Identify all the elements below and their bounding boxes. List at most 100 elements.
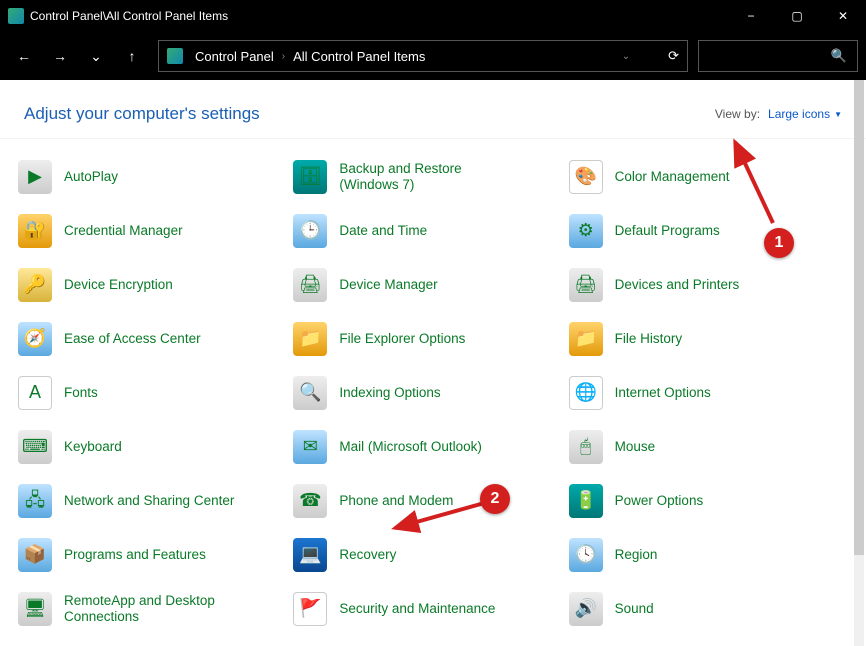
item-icon: ✉ [293, 430, 327, 464]
forward-button[interactable]: → [44, 40, 76, 72]
item-label: Device Manager [339, 277, 437, 293]
breadcrumb-1[interactable]: All Control Panel Items [293, 49, 425, 64]
item-label: RemoteApp and Desktop Connections [64, 593, 244, 625]
control-panel-item[interactable]: 🖥 RemoteApp and Desktop Connections [18, 591, 285, 627]
item-label: Indexing Options [339, 385, 440, 401]
item-icon: 🔐 [18, 214, 52, 248]
item-icon: ▶ [18, 160, 52, 194]
item-icon: 📦 [18, 538, 52, 572]
control-panel-item[interactable]: 🔊Sound [569, 591, 836, 627]
item-label: Date and Time [339, 223, 427, 239]
control-panel-item[interactable]: 🖨 Devices and Printers [569, 267, 836, 303]
item-label: Devices and Printers [615, 277, 740, 293]
back-button[interactable]: ← [8, 40, 40, 72]
scrollbar-thumb[interactable] [854, 80, 864, 555]
control-panel-item[interactable]: 🔍 Indexing Options [293, 375, 560, 411]
control-panel-item[interactable]: 🕒 Date and Time [293, 213, 560, 249]
item-label: Sound [615, 601, 654, 617]
item-label: Recovery [339, 547, 396, 563]
item-icon: 🔋 [569, 484, 603, 518]
maximize-button[interactable]: ▢ [774, 0, 820, 32]
annotation-arrow-1 [715, 128, 795, 238]
item-label: Credential Manager [64, 223, 183, 239]
search-icon: 🔍 [831, 48, 847, 64]
control-panel-item[interactable]: 💻 Recovery [293, 537, 560, 573]
item-icon: 🧭 [18, 322, 52, 356]
item-label: Default Programs [615, 223, 720, 239]
close-button[interactable]: ✕ [820, 0, 866, 32]
item-icon: 🕓 [569, 538, 603, 572]
item-label: Keyboard [64, 439, 122, 455]
item-label: Color Management [615, 169, 730, 185]
control-panel-item[interactable]: 🖨 Device Manager [293, 267, 560, 303]
item-icon: 🌐 [569, 376, 603, 410]
titlebar: Control Panel\All Control Panel Items − … [0, 0, 866, 32]
item-icon: 🖱 [569, 430, 603, 464]
item-icon: 🚩 [293, 592, 327, 626]
item-icon: ⚙ [569, 214, 603, 248]
item-icon: 🎨 [569, 160, 603, 194]
item-label: Security and Maintenance [339, 601, 495, 617]
item-icon: 🖨 [569, 268, 603, 302]
view-by-dropdown[interactable]: Large icons ▼ [768, 107, 842, 121]
item-label: Region [615, 547, 658, 563]
caret-down-icon: ▼ [834, 110, 842, 119]
control-panel-item[interactable]: 📁File History [569, 321, 836, 357]
control-panel-item[interactable]: 🔑 Device Encryption [18, 267, 285, 303]
control-panel-item[interactable]: ⌨ Keyboard [18, 429, 285, 465]
nav-toolbar: ← → ⌄ ↑ Control Panel › All Control Pane… [0, 32, 866, 80]
window-title: Control Panel\All Control Panel Items [30, 9, 728, 23]
control-panel-item[interactable]: 🕓 Region [569, 537, 836, 573]
address-bar[interactable]: Control Panel › All Control Panel Items … [158, 40, 688, 72]
address-icon [167, 48, 183, 64]
control-panel-item[interactable]: ▶ AutoPlay [18, 159, 285, 195]
item-icon: 🔍 [293, 376, 327, 410]
item-label: Mail (Microsoft Outlook) [339, 439, 482, 455]
item-label: Backup and Restore (Windows 7) [339, 161, 519, 193]
breadcrumb-0[interactable]: Control Panel [195, 49, 274, 64]
control-panel-item[interactable]: 🎨 Color Management [569, 159, 836, 195]
item-label: File History [615, 331, 683, 347]
item-icon: 🗄 [293, 160, 327, 194]
item-icon: 🖧 [18, 484, 52, 518]
chevron-down-icon[interactable]: ⌄ [622, 51, 630, 62]
control-panel-item[interactable]: 🗄 Backup and Restore (Windows 7) [293, 159, 560, 195]
control-panel-item[interactable]: 🌐 Internet Options [569, 375, 836, 411]
content-area: Adjust your computer's settings View by:… [0, 80, 866, 646]
up-button[interactable]: ↑ [116, 40, 148, 72]
item-icon: ⌨ [18, 430, 52, 464]
refresh-button[interactable]: ⟳ [668, 48, 679, 64]
item-icon: 🔑 [18, 268, 52, 302]
control-panel-item[interactable]: 📦Programs and Features [18, 537, 285, 573]
control-panel-item[interactable]: 🧭Ease of Access Center [18, 321, 285, 357]
item-icon: 🖥 [18, 592, 52, 626]
item-label: Internet Options [615, 385, 711, 401]
chevron-right-icon: › [282, 51, 285, 62]
scrollbar[interactable] [854, 80, 864, 646]
control-panel-item[interactable]: 🔐 Credential Manager [18, 213, 285, 249]
minimize-button[interactable]: − [728, 0, 774, 32]
item-label: Network and Sharing Center [64, 493, 234, 509]
control-panel-icon [8, 8, 24, 24]
item-label: Fonts [64, 385, 98, 401]
control-panel-item[interactable]: 📁File Explorer Options [293, 321, 560, 357]
control-panel-item[interactable]: 🔋 Power Options [569, 483, 836, 519]
page-title: Adjust your computer's settings [24, 104, 715, 124]
search-input[interactable]: 🔍 [698, 40, 858, 72]
item-icon: 📁 [293, 322, 327, 356]
item-icon: 🖨 [293, 268, 327, 302]
item-icon: A [18, 376, 52, 410]
item-label: AutoPlay [64, 169, 118, 185]
recent-button[interactable]: ⌄ [80, 40, 112, 72]
item-icon: ☎ [293, 484, 327, 518]
item-icon: 💻 [293, 538, 327, 572]
control-panel-item[interactable]: 🖧 Network and Sharing Center [18, 483, 285, 519]
control-panel-item[interactable]: ⚙ Default Programs [569, 213, 836, 249]
item-label: Power Options [615, 493, 704, 509]
control-panel-item[interactable]: 🖱Mouse [569, 429, 836, 465]
control-panel-item[interactable]: A Fonts [18, 375, 285, 411]
item-icon: 🕒 [293, 214, 327, 248]
control-panel-item[interactable]: ✉ Mail (Microsoft Outlook) [293, 429, 560, 465]
control-panel-item[interactable]: 🚩 Security and Maintenance [293, 591, 560, 627]
item-label: Device Encryption [64, 277, 173, 293]
